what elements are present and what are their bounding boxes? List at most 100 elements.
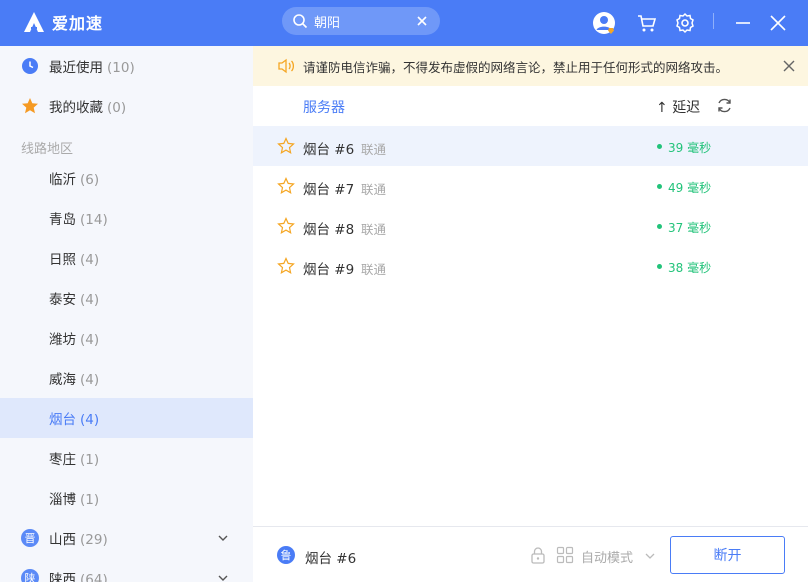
star-outline-icon[interactable] bbox=[277, 137, 295, 155]
status-dot bbox=[657, 184, 662, 189]
sidebar-item-yantai[interactable]: 烟台 (4) bbox=[0, 398, 253, 438]
current-region-badge: 鲁 bbox=[277, 546, 295, 564]
server-column-header[interactable]: 服务器 bbox=[303, 97, 345, 117]
server-isp: 联通 bbox=[361, 182, 387, 197]
sidebar-item-label: 烟台 bbox=[49, 412, 76, 428]
sidebar-item-taian[interactable]: 泰安 (4) bbox=[0, 278, 253, 318]
server-latency: 49 毫秒 bbox=[668, 181, 712, 195]
server-name: 烟台 #8 bbox=[303, 222, 355, 238]
sidebar-item-linyi[interactable]: 临沂 (6) bbox=[0, 158, 253, 198]
sidebar-item-count: (1) bbox=[80, 452, 100, 468]
sidebar-item-count: (4) bbox=[80, 252, 100, 268]
sidebar-item-weifang[interactable]: 潍坊 (4) bbox=[0, 318, 253, 358]
sidebar-item-zibo[interactable]: 淄博 (1) bbox=[0, 478, 253, 518]
sidebar-item-label: 枣庄 bbox=[49, 452, 76, 468]
grid-icon bbox=[556, 546, 574, 564]
sidebar-item-count: (6) bbox=[80, 172, 100, 188]
mode-selector[interactable]: 自动模式 bbox=[581, 547, 633, 566]
server-row[interactable]: 烟台 #8 联通 37 毫秒 bbox=[253, 206, 808, 246]
sidebar-item-count: (14) bbox=[80, 212, 108, 228]
server-latency: 38 毫秒 bbox=[668, 261, 712, 275]
logo-icon bbox=[24, 12, 44, 32]
cart-icon[interactable] bbox=[635, 11, 659, 35]
latency-column-label: 延迟 bbox=[672, 100, 701, 116]
search-icon bbox=[293, 14, 308, 29]
sidebar: 最近使用 (10) 我的收藏 (0) 线路地区 临沂 (6) 青岛 (14) 日照 (4)… bbox=[0, 46, 253, 582]
status-footer: 鲁 烟台 #6 自动模式 断开 bbox=[253, 526, 808, 583]
server-row[interactable]: 烟台 #7 联通 49 毫秒 bbox=[253, 166, 808, 206]
notice-banner: 请谨防电信诈骗，不得发布虚假的网络言论，禁止用于任何形式的网络攻击。 bbox=[253, 46, 808, 86]
province-badge: 陕 bbox=[21, 569, 39, 582]
refresh-icon[interactable] bbox=[716, 97, 733, 114]
sidebar-item-count: (4) bbox=[80, 292, 100, 308]
sidebar-item-shaanxi[interactable]: 陕 陕西 (64) bbox=[0, 558, 253, 582]
sidebar-item-label: 泰安 bbox=[49, 292, 76, 308]
star-outline-icon[interactable] bbox=[277, 177, 295, 195]
sidebar-item-count: (4) bbox=[80, 332, 100, 348]
minimize-icon[interactable] bbox=[731, 11, 755, 35]
sidebar-item-favorites[interactable]: 我的收藏 (0) bbox=[0, 86, 253, 126]
status-dot bbox=[657, 224, 662, 229]
server-isp: 联通 bbox=[361, 222, 387, 237]
server-name: 烟台 #6 bbox=[303, 142, 355, 158]
current-server: 烟台 #6 bbox=[305, 551, 357, 567]
server-isp: 联通 bbox=[361, 262, 387, 277]
sidebar-item-count: (1) bbox=[80, 492, 100, 508]
close-icon[interactable] bbox=[766, 11, 790, 35]
main-panel: 请谨防电信诈骗，不得发布虚假的网络言论，禁止用于任何形式的网络攻击。 服务器 ↑… bbox=[253, 46, 808, 583]
sort-arrow-icon: ↑ bbox=[656, 100, 668, 116]
settings-icon[interactable] bbox=[673, 11, 697, 35]
sidebar-item-shanxi[interactable]: 晋 山西 (29) bbox=[0, 518, 253, 558]
sidebar-item-count: (4) bbox=[80, 372, 100, 388]
server-name: 烟台 #7 bbox=[303, 182, 355, 198]
sidebar-item-label: 山西 bbox=[49, 532, 76, 548]
sidebar-item-qingdao[interactable]: 青岛 (14) bbox=[0, 198, 253, 238]
sidebar-item-label: 潍坊 bbox=[49, 332, 76, 348]
sidebar-item-count: (4) bbox=[80, 412, 100, 428]
clear-icon[interactable] bbox=[414, 13, 430, 29]
sidebar-item-label: 我的收藏 bbox=[49, 100, 103, 116]
chevron-down-icon bbox=[645, 553, 655, 559]
section-title: 线路地区 bbox=[21, 142, 74, 157]
server-latency: 37 毫秒 bbox=[668, 221, 712, 235]
user-avatar-icon[interactable] bbox=[592, 11, 616, 35]
chevron-down-icon bbox=[218, 535, 228, 541]
lock-icon[interactable] bbox=[529, 546, 547, 564]
sidebar-item-label: 威海 bbox=[49, 372, 76, 388]
chevron-down-icon bbox=[218, 575, 228, 581]
notice-text: 请谨防电信诈骗，不得发布虚假的网络言论，禁止用于任何形式的网络攻击。 bbox=[303, 59, 729, 75]
status-dot bbox=[657, 264, 662, 269]
sidebar-item-count: (10) bbox=[107, 60, 135, 76]
server-row[interactable]: 烟台 #6 联通 39 毫秒 bbox=[253, 126, 808, 166]
title-bar: 爱加速 bbox=[0, 0, 808, 46]
sidebar-item-count: (0) bbox=[107, 100, 127, 116]
search-input[interactable] bbox=[314, 13, 414, 29]
server-name: 烟台 #9 bbox=[303, 262, 355, 278]
titlebar-divider bbox=[713, 13, 714, 29]
star-outline-icon[interactable] bbox=[277, 257, 295, 275]
disconnect-button[interactable]: 断开 bbox=[670, 536, 785, 574]
sidebar-item-weihai[interactable]: 威海 (4) bbox=[0, 358, 253, 398]
sidebar-item-label: 青岛 bbox=[49, 212, 76, 228]
server-row[interactable]: 烟台 #9 联通 38 毫秒 bbox=[253, 246, 808, 286]
sidebar-item-rizhao[interactable]: 日照 (4) bbox=[0, 238, 253, 278]
list-header: 服务器 ↑ 延迟 bbox=[253, 86, 808, 126]
clock-icon bbox=[22, 58, 38, 74]
server-isp: 联通 bbox=[361, 142, 387, 157]
status-dot bbox=[657, 144, 662, 149]
sidebar-item-label: 淄博 bbox=[49, 492, 76, 508]
app-name: 爱加速 bbox=[52, 14, 104, 33]
sidebar-item-label: 临沂 bbox=[49, 172, 76, 188]
sidebar-item-recent[interactable]: 最近使用 (10) bbox=[0, 46, 253, 86]
sidebar-item-zaozhuang[interactable]: 枣庄 (1) bbox=[0, 438, 253, 478]
speaker-icon bbox=[278, 58, 295, 74]
close-icon[interactable] bbox=[783, 60, 795, 72]
sidebar-item-count: (29) bbox=[80, 532, 108, 548]
star-icon bbox=[22, 98, 38, 114]
sidebar-item-label: 日照 bbox=[49, 252, 76, 268]
star-outline-icon[interactable] bbox=[277, 217, 295, 235]
province-badge: 晋 bbox=[21, 529, 39, 547]
latency-sort-header[interactable]: ↑ 延迟 bbox=[656, 97, 700, 117]
search-box[interactable] bbox=[282, 7, 440, 35]
server-latency: 39 毫秒 bbox=[668, 141, 712, 155]
